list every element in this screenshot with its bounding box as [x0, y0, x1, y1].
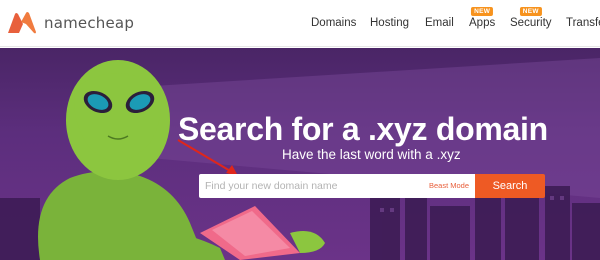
nav-apps-label: Apps — [469, 17, 496, 29]
nav-security-label: Security — [510, 17, 552, 29]
search-button[interactable]: Search — [475, 174, 545, 198]
nav-hosting[interactable]: Hosting — [370, 17, 409, 29]
nav-transfer-label: Transfer — [566, 17, 600, 29]
nav-apps[interactable]: NEW Apps — [469, 7, 496, 29]
nav-domains[interactable]: Domains — [311, 17, 356, 29]
new-badge: NEW — [471, 7, 494, 16]
domain-search-field: Beast Mode — [199, 174, 475, 198]
hero-banner: Search for a .xyz domain Have the last w… — [0, 48, 600, 260]
brand-name: namecheap — [44, 14, 135, 32]
nav-transfer[interactable]: Transfer — [566, 17, 600, 29]
nav-security[interactable]: NEW Security — [510, 7, 552, 29]
hero-headline: Search for a .xyz domain — [178, 111, 548, 147]
hero-subline: Have the last word with a .xyz — [282, 147, 461, 162]
nav-email-label: Email — [425, 17, 454, 29]
nav-hosting-label: Hosting — [370, 17, 409, 29]
namecheap-logo[interactable]: namecheap — [6, 9, 134, 37]
beast-mode-link[interactable]: Beast Mode — [429, 181, 469, 190]
namecheap-logo-icon — [8, 12, 36, 34]
nav-email[interactable]: Email — [425, 17, 454, 29]
new-badge: NEW — [519, 7, 542, 16]
nav-domains-label: Domains — [311, 17, 357, 29]
top-header: namecheap Domains Hosting Email NEW Apps… — [0, 0, 600, 47]
